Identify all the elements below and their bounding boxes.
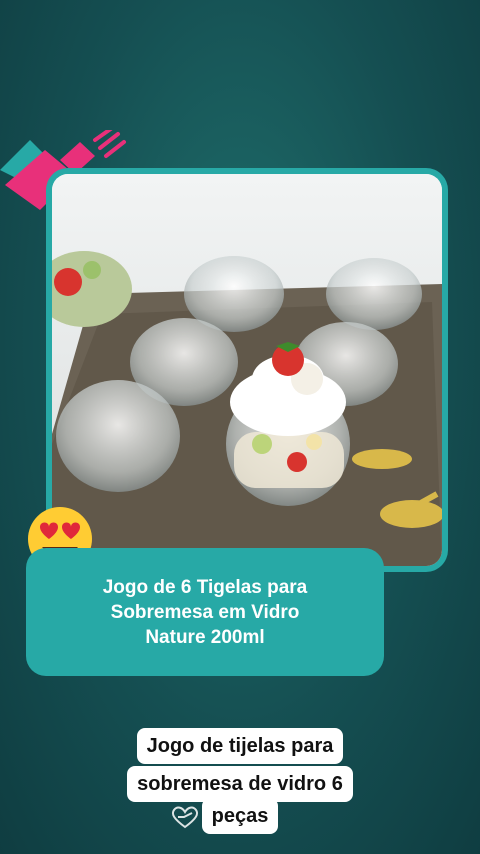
heart-logo-icon [171, 806, 199, 829]
caption-line-1: Jogo de tijelas para [0, 728, 480, 764]
product-title-card: Jogo de 6 Tigelas para Sobremesa em Vidr… [26, 548, 384, 676]
watermark-letter: V [202, 808, 213, 826]
caption-line-3: peças [0, 798, 480, 834]
caption-text-1: Jogo de tijelas para [136, 728, 344, 764]
product-title: Jogo de 6 Tigelas para Sobremesa em Vidr… [102, 576, 308, 648]
product-photo [52, 174, 442, 566]
watermark: V [170, 802, 218, 832]
caption-line-2: sobremesa de vidro 6 [0, 766, 480, 802]
caption-text-2: sobremesa de vidro 6 [127, 766, 353, 802]
